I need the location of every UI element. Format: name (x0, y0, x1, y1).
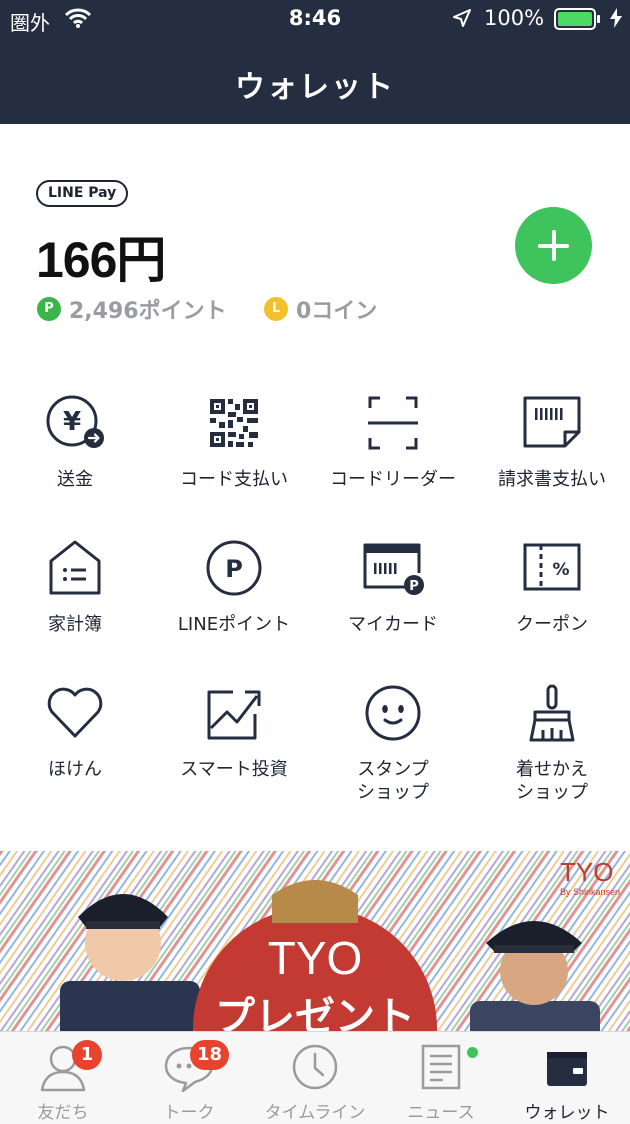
svg-text:%: % (552, 560, 569, 580)
points-value: 2,496ポイント (69, 299, 227, 324)
tab-label: ウォレット (524, 1103, 610, 1123)
news-new-dot (467, 1047, 478, 1058)
balance-amount[interactable]: 166円 (36, 220, 166, 292)
promo-banner[interactable]: TYO プレゼント TYO By Shinkansen (0, 851, 630, 1031)
coupon-icon: % (523, 543, 581, 591)
tab-label: ニュース (407, 1103, 475, 1123)
menu-item-code-reader[interactable]: コードリーダー (314, 392, 472, 491)
tab-bar: 1 友だち 18 トーク タイムライン ニュース ウォレット (0, 1031, 630, 1124)
investment-chart-icon (207, 690, 261, 740)
tab-news[interactable]: ニュース (378, 1032, 504, 1124)
tab-friends[interactable]: 1 友だち (0, 1032, 126, 1124)
status-bar: 圏外 8:46 100% (0, 0, 630, 38)
menu-item-household-ledger[interactable]: 家計簿 (0, 537, 154, 636)
tab-chats[interactable]: 18 トーク (126, 1032, 252, 1124)
menu-label: 家計簿 (48, 614, 102, 635)
qr-code-icon (210, 399, 258, 447)
banner-logo-sub: By Shinkansen (560, 887, 621, 897)
menu-label: 送金 (57, 469, 93, 490)
menu-label: コード支払い (180, 469, 288, 490)
bill-icon (523, 396, 581, 448)
battery-icon (554, 8, 600, 30)
points-summary[interactable]: P 2,496ポイント (37, 294, 227, 324)
tab-timeline[interactable]: タイムライン (252, 1032, 378, 1124)
menu-item-insurance[interactable]: ほけん (0, 682, 154, 781)
coins-value: 0コイン (296, 299, 378, 324)
tab-label: 友だち (37, 1103, 89, 1123)
points-icon: P (37, 297, 61, 321)
menu-label: スマート投資 (180, 759, 288, 780)
add-money-button[interactable] (515, 207, 592, 284)
location-arrow-icon (453, 9, 471, 27)
sticker-face-icon (365, 685, 421, 741)
points-icon: P (206, 540, 262, 596)
menu-label: マイカード (348, 614, 438, 635)
banner-headline-2: プレゼント (215, 994, 415, 1031)
menu-item-transfer[interactable]: ¥ 送金 (0, 392, 154, 491)
menu-item-smart-invest[interactable]: スマート投資 (155, 682, 313, 781)
scanner-icon (368, 396, 418, 450)
banner-headline-1: TYO (267, 932, 363, 984)
menu-item-line-points[interactable]: P LINEポイント (155, 537, 313, 636)
menu-label: クーポン (516, 614, 588, 635)
tab-label: トーク (163, 1103, 215, 1123)
line-pay-badge[interactable]: LINE Pay (36, 180, 129, 207)
coins-summary[interactable]: L 0コイン (264, 294, 377, 324)
menu-label: LINEポイント (177, 614, 291, 635)
battery-percent: 100% (484, 6, 545, 30)
svg-text:¥: ¥ (63, 407, 81, 437)
tab-badge: 18 (190, 1040, 230, 1070)
news-icon (421, 1044, 461, 1090)
menu-label: 請求書支払い (498, 469, 606, 490)
charging-bolt-icon (610, 8, 622, 28)
menu-item-coupon[interactable]: % クーポン (473, 537, 630, 636)
menu-label: スタンプ ショップ (357, 759, 429, 803)
svg-text:P: P (225, 555, 243, 583)
menu-label: 着せかえ ショップ (516, 759, 588, 803)
menu-item-theme-shop[interactable]: 着せかえ ショップ (473, 682, 630, 804)
menu-label: ほけん (48, 759, 102, 780)
tab-wallet[interactable]: ウォレット (504, 1032, 630, 1124)
yen-transfer-icon: ¥ (46, 395, 104, 448)
wallet-icon (547, 1052, 587, 1086)
my-card-icon: P (363, 543, 424, 595)
heart-icon (47, 687, 103, 738)
svg-text:P: P (409, 579, 419, 594)
menu-item-my-card[interactable]: P マイカード (314, 537, 472, 636)
menu-item-bill-pay[interactable]: 請求書支払い (473, 392, 630, 491)
menu-label: コードリーダー (330, 469, 456, 490)
page-title: ウォレット (235, 70, 395, 105)
banner-logo: TYO (560, 857, 614, 887)
tab-badge: 1 (72, 1040, 102, 1070)
coin-icon: L (264, 297, 288, 321)
theme-brush-icon (529, 684, 575, 742)
menu-item-code-pay[interactable]: コード支払い (155, 392, 313, 491)
clock-icon (292, 1044, 338, 1090)
tab-label: タイムライン (264, 1103, 366, 1123)
menu-item-sticker-shop[interactable]: スタンプ ショップ (314, 682, 472, 804)
nav-bar: ウォレット (0, 38, 630, 124)
house-ledger-icon (49, 540, 101, 595)
